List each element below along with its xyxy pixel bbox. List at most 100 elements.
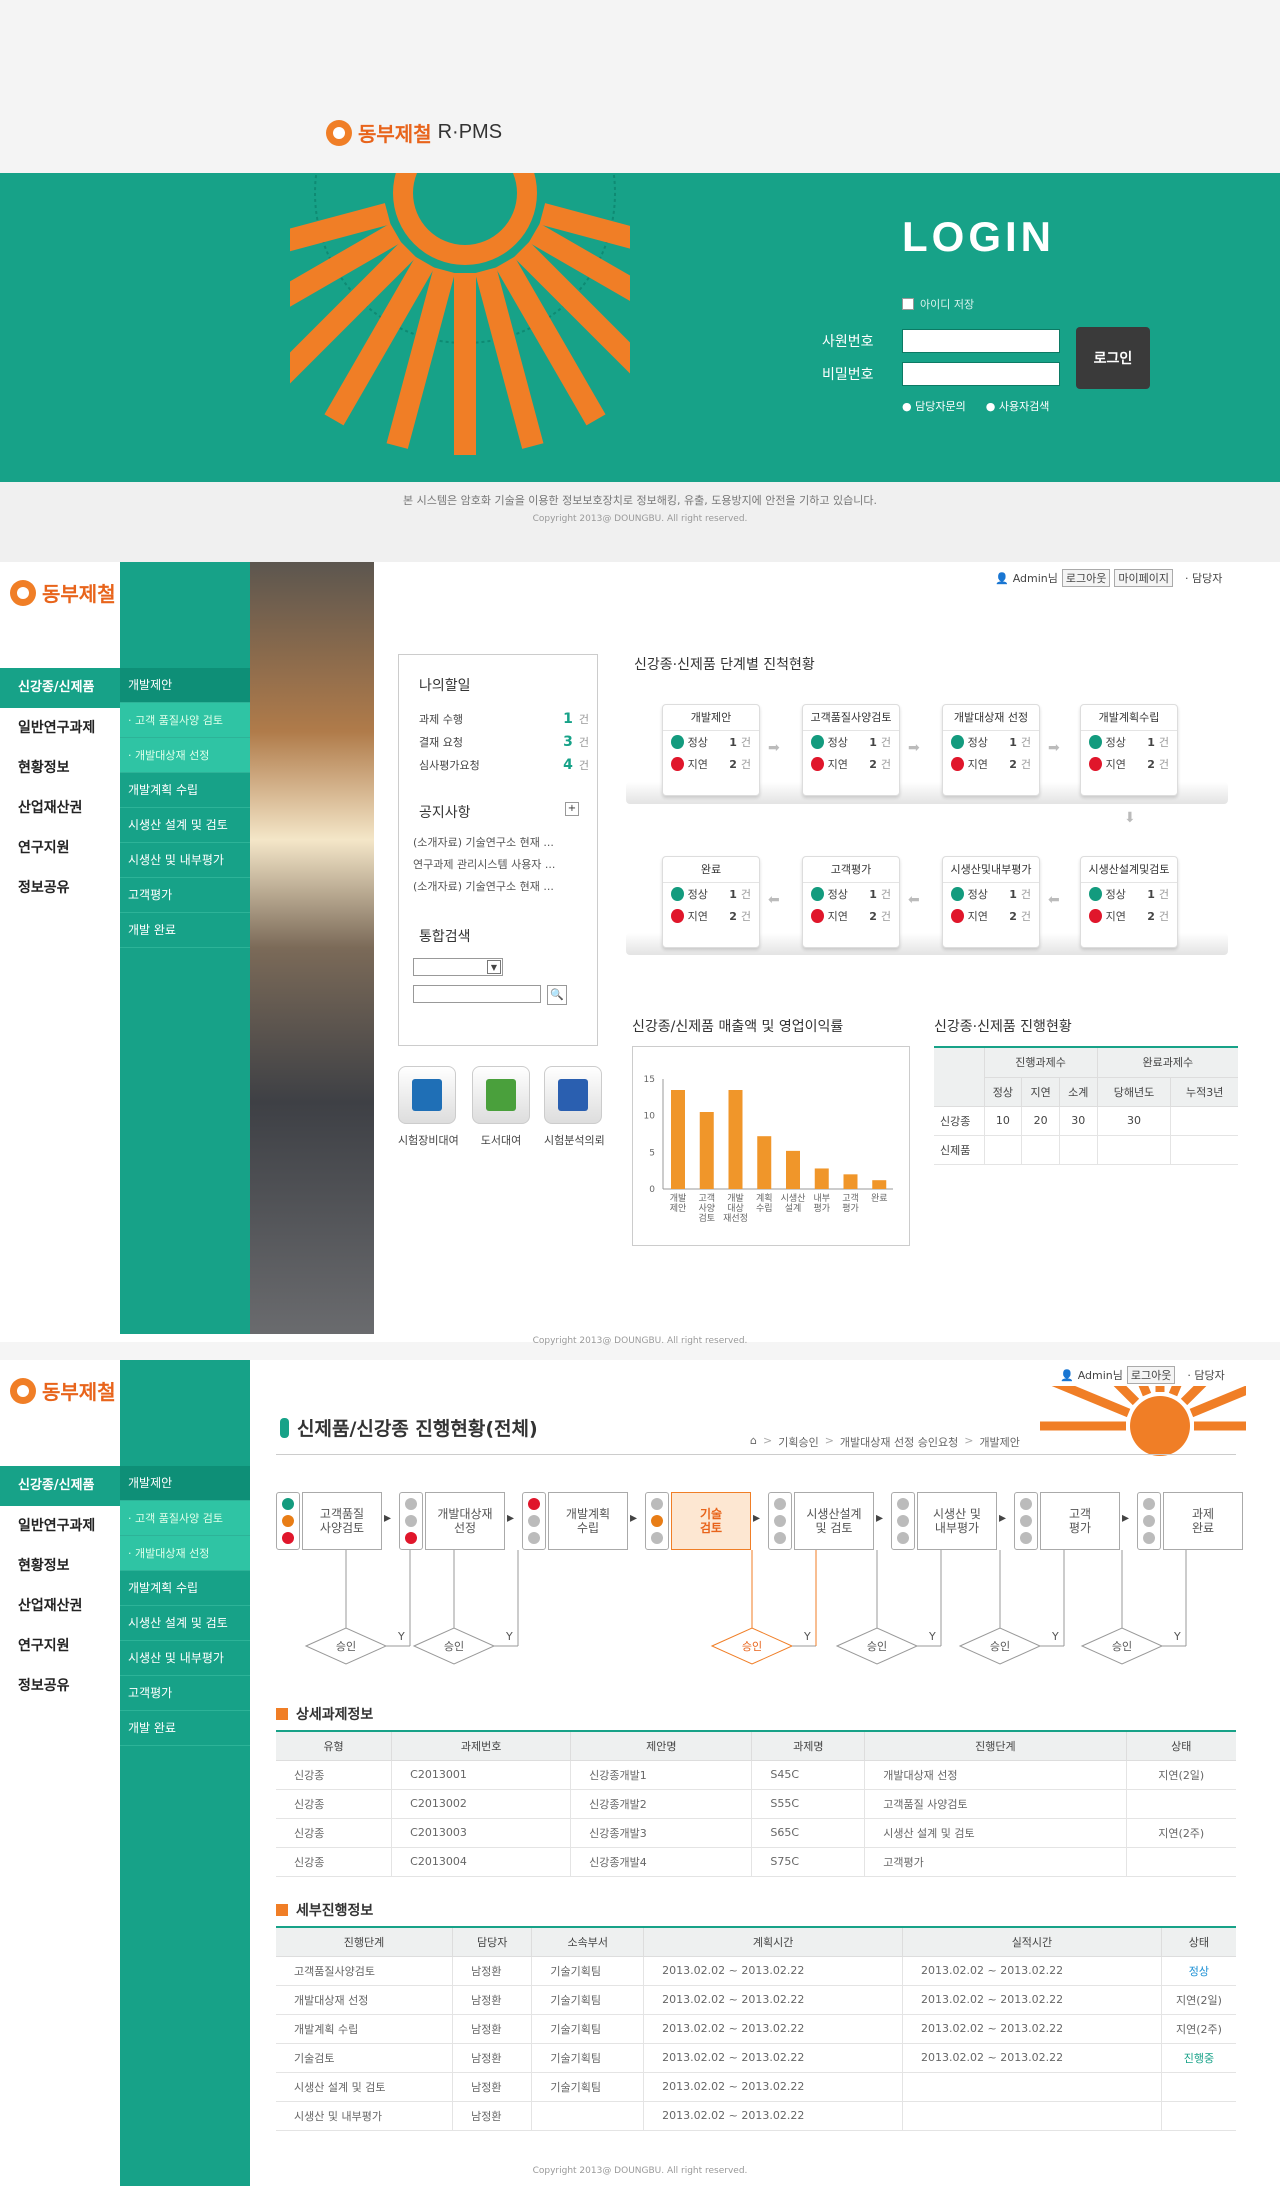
table-row[interactable]: 신강종 C2013003 신강종개발3 S65C 시생산 설계 및 검토 지연(2주) <box>276 1818 1236 1848</box>
stage-card[interactable]: 개발대상재 선정 정상 1 건 지연 2 건 <box>942 704 1040 796</box>
stage-card[interactable]: 시생산및내부평가 정상 1 건 지연 2 건 <box>942 856 1040 948</box>
table-row[interactable]: 개발계획 수립 남정환 기술기획팀 2013.02.02 ~ 2013.02.22 20… <box>276 2014 1236 2044</box>
more-icon[interactable]: + <box>565 802 579 816</box>
row-label: 신제품 <box>934 1135 984 1165</box>
menu-item[interactable]: 연구지원 <box>0 828 120 868</box>
unit: 건 <box>740 888 751 901</box>
todo-item[interactable]: 과제 수행 1 건 <box>419 707 589 730</box>
normal-icon <box>811 887 824 901</box>
submenu-item[interactable]: 고객평가 <box>120 1676 250 1711</box>
delay-icon <box>1089 757 1102 771</box>
quick-link[interactable]: 시험분석의뢰 <box>544 1066 605 1148</box>
submenu-item[interactable]: 시생산 및 내부평가 <box>120 1641 250 1676</box>
search-icon[interactable]: 🔍 <box>547 985 567 1005</box>
flow-step[interactable]: 시생산설계 및 검토 <box>794 1492 874 1550</box>
home-icon[interactable]: ⌂ <box>750 1434 757 1450</box>
notice-item[interactable]: (소개자료) 기술연구소 현재 ... <box>413 834 597 856</box>
table-cell: 신강종개발4 <box>570 1847 752 1877</box>
search-input[interactable] <box>413 985 541 1003</box>
logout-button[interactable]: 로그아웃 <box>1061 569 1111 587</box>
submenu-item[interactable]: 시생산 설계 및 검토 <box>120 808 250 843</box>
flow-step[interactable]: 개발대상재 선정 <box>425 1492 505 1550</box>
logout-button[interactable]: 로그아웃 <box>1126 1366 1176 1384</box>
emp-input[interactable] <box>902 329 1060 353</box>
menu-item[interactable]: 신강종/신제품 <box>0 1466 120 1506</box>
contact-link[interactable]: 담당자 <box>1194 1369 1224 1382</box>
menu-item[interactable]: 일반연구과제 <box>0 1506 120 1546</box>
submenu-item[interactable]: 고객평가 <box>120 878 250 913</box>
arrow-right-icon: ▸ <box>630 1510 638 1526</box>
stage-name: 고객평가 <box>803 857 899 883</box>
user-bar: 👤 Admin님 로그아웃 마이페이지 · 담당자 <box>995 569 1222 587</box>
flow-step[interactable]: 과제 완료 <box>1163 1492 1243 1550</box>
table-row[interactable]: 고객품질사양검토 남정환 기술기획팀 2013.02.02 ~ 2013.02.22 2… <box>276 1956 1236 1986</box>
login-button[interactable]: 로그인 <box>1076 327 1150 389</box>
submenu-item[interactable]: 시생산 및 내부평가 <box>120 843 250 878</box>
pw-input[interactable] <box>902 362 1060 386</box>
menu-item[interactable]: 일반연구과제 <box>0 708 120 748</box>
notice-item[interactable]: 연구과제 관리시스템 사용자 ... <box>413 856 597 878</box>
table-row[interactable]: 신강종 C2013001 신강종개발1 S45C 개발대상재 선정 지연(2일) <box>276 1760 1236 1790</box>
submenu-item[interactable]: 개발제안 <box>120 668 250 703</box>
flow-step[interactable]: 시생산 및 내부평가 <box>917 1492 997 1550</box>
submenu-item[interactable]: · 개발대상재 선정 <box>120 738 250 773</box>
save-id-checkbox[interactable] <box>902 298 914 310</box>
menu-item[interactable]: 현황정보 <box>0 748 120 788</box>
search-select[interactable]: ▼ <box>413 958 503 976</box>
table-row[interactable]: 개발대상재 선정 남정환 기술기획팀 2013.02.02 ~ 2013.02.22 2… <box>276 1985 1236 2015</box>
submenu-item[interactable]: 시생산 설계 및 검토 <box>120 1606 250 1641</box>
menu-item[interactable]: 정보공유 <box>0 868 120 908</box>
submenu-item[interactable]: 개발 완료 <box>120 1711 250 1746</box>
bar <box>728 1090 743 1189</box>
stage-card[interactable]: 고객평가 정상 1 건 지연 2 건 <box>802 856 900 948</box>
flow-step[interactable]: 기술 검토 <box>671 1492 751 1550</box>
manual-link[interactable]: ● 사용자검색 <box>986 398 1050 414</box>
table-row[interactable]: 시생산 설계 및 검토 남정환 기술기획팀 2013.02.02 ~ 2013.02.… <box>276 2072 1236 2102</box>
submenu-item[interactable]: 개발계획 수립 <box>120 1571 250 1606</box>
breadcrumb-item[interactable]: 개발제안 <box>979 1434 1019 1450</box>
submenu-item[interactable]: 개발계획 수립 <box>120 773 250 808</box>
flow-step[interactable]: 개발계획 수립 <box>548 1492 628 1550</box>
todo-item[interactable]: 심사평가요청 4 건 <box>419 753 589 776</box>
quick-link[interactable]: 도서대여 <box>472 1066 530 1148</box>
stage-card[interactable]: 개발계획수립 정상 1 건 지연 2 건 <box>1080 704 1178 796</box>
submenu-item[interactable]: · 개발대상재 선정 <box>120 1536 250 1571</box>
todo-item[interactable]: 결재 요청 3 건 <box>419 730 589 753</box>
menu-item[interactable]: 신강종/신제품 <box>0 668 120 708</box>
step-title: 세부진행정보 <box>296 1903 374 1919</box>
arrow-right-icon: ▸ <box>753 1510 761 1526</box>
menu-item[interactable]: 정보공유 <box>0 1666 120 1706</box>
table-cell <box>902 2101 1162 2131</box>
stage-card[interactable]: 완료 정상 1 건 지연 2 건 <box>662 856 760 948</box>
menu-item[interactable]: 산업재산권 <box>0 1586 120 1626</box>
breadcrumb-item[interactable]: 기획승인 <box>778 1434 818 1450</box>
quick-link[interactable]: 시험장비대여 <box>398 1066 459 1148</box>
stage-card[interactable]: 고객품질사양검토 정상 1 건 지연 2 건 <box>802 704 900 796</box>
contact-link[interactable]: 담당자 <box>1192 572 1222 585</box>
x-tick-label: 수립 <box>756 1203 773 1214</box>
table-row[interactable]: 신강종 C2013004 신강종개발4 S75C 고객평가 <box>276 1847 1236 1877</box>
submenu-item[interactable]: · 고객 품질사양 검토 <box>120 703 250 738</box>
todo-title: 나의할일 <box>419 678 471 694</box>
breadcrumb-item[interactable]: 개발대상재 선정 승인요청 <box>840 1434 958 1450</box>
flow-step[interactable]: 고객 평가 <box>1040 1492 1120 1550</box>
menu-item[interactable]: 산업재산권 <box>0 788 120 828</box>
notice-item[interactable]: (소개자료) 기술연구소 현재 ... <box>413 878 597 900</box>
flow-step[interactable]: 고객품질 사양검토 <box>302 1492 382 1550</box>
table-cell: 정상 <box>1160 1956 1236 1986</box>
bar <box>786 1150 800 1189</box>
menu-item[interactable]: 현황정보 <box>0 1546 120 1586</box>
submenu-item[interactable]: · 고객 품질사양 검토 <box>120 1501 250 1536</box>
menu-item[interactable]: 연구지원 <box>0 1626 120 1666</box>
stage-card[interactable]: 개발제안 정상 1 건 지연 2 건 <box>662 704 760 796</box>
table-row[interactable]: 기술검토 남정환 기술기획팀 2013.02.02 ~ 2013.02.22 2013.… <box>276 2043 1236 2073</box>
table-row[interactable]: 신강종 C2013002 신강종개발2 S55C 고객품질 사양검토 <box>276 1789 1236 1819</box>
submenu-item[interactable]: 개발 완료 <box>120 913 250 948</box>
status-group-header: 완료과제수 <box>1096 1048 1238 1078</box>
submenu-item[interactable]: 개발제안 <box>120 1466 250 1501</box>
stage-card[interactable]: 시생산설계및검토 정상 1 건 지연 2 건 <box>1080 856 1178 948</box>
mypage-button[interactable]: 마이페이지 <box>1114 569 1173 587</box>
table-row[interactable]: 시생산 및 내부평가 남정환 2013.02.02 ~ 2013.02.22 <box>276 2101 1236 2131</box>
contact-link[interactable]: ● 담당자문의 <box>902 398 966 414</box>
save-id-row[interactable]: 아이디 저장 <box>902 296 974 312</box>
